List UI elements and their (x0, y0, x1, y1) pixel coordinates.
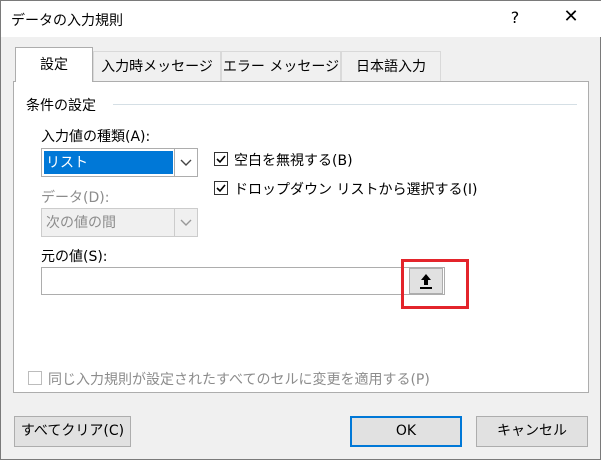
group-label: 条件の設定 (26, 95, 100, 115)
tab-input-message[interactable]: 入力時メッセージ (93, 51, 221, 81)
check-icon (216, 184, 226, 193)
data-dropdown-button[interactable] (174, 209, 197, 236)
allow-dropdown-button[interactable] (174, 149, 197, 176)
clear-all-button[interactable]: すべてクリア(C) (14, 416, 131, 447)
allow-combobox[interactable]: リスト (41, 148, 198, 177)
dialog-title: データの入力規則 (11, 13, 123, 29)
source-label: 元の値(S): (41, 249, 108, 265)
cancel-button[interactable]: キャンセル (476, 416, 588, 447)
data-validation-dialog: データの入力規則 ? ✕ 設定 入力時メッセージ エラー メッセージ 日本語入力… (0, 0, 602, 460)
tab-error-alert[interactable]: エラー メッセージ (221, 51, 341, 81)
help-button[interactable]: ? (505, 8, 525, 27)
ignore-blank-label[interactable]: 空白を無視する(B) (234, 150, 353, 170)
data-label: データ(D): (41, 190, 110, 206)
ignore-blank-checkbox[interactable] (214, 152, 228, 166)
ok-button[interactable]: OK (350, 416, 462, 447)
data-selected-value: 次の値の間 (46, 215, 116, 231)
allow-selected-value: リスト (44, 151, 173, 174)
in-cell-dropdown-checkbox[interactable] (214, 181, 228, 195)
group-divider (113, 104, 577, 105)
close-button[interactable]: ✕ (559, 6, 583, 27)
tab-settings[interactable]: 設定 (15, 47, 93, 82)
check-icon (216, 155, 226, 164)
data-combobox[interactable]: 次の値の間 (41, 208, 198, 237)
tab-ime-mode[interactable]: 日本語入力 (341, 51, 441, 81)
chevron-down-icon (180, 219, 192, 226)
apply-all-checkbox[interactable] (28, 371, 42, 385)
chevron-down-icon (180, 159, 192, 166)
highlight-box (401, 259, 469, 309)
source-input[interactable] (41, 267, 445, 295)
in-cell-dropdown-label[interactable]: ドロップダウン リストから選択する(I) (234, 179, 478, 199)
allow-label: 入力値の種類(A): (41, 129, 151, 145)
apply-all-label[interactable]: 同じ入力規則が設定されたすべてのセルに変更を適用する(P) (48, 369, 430, 389)
